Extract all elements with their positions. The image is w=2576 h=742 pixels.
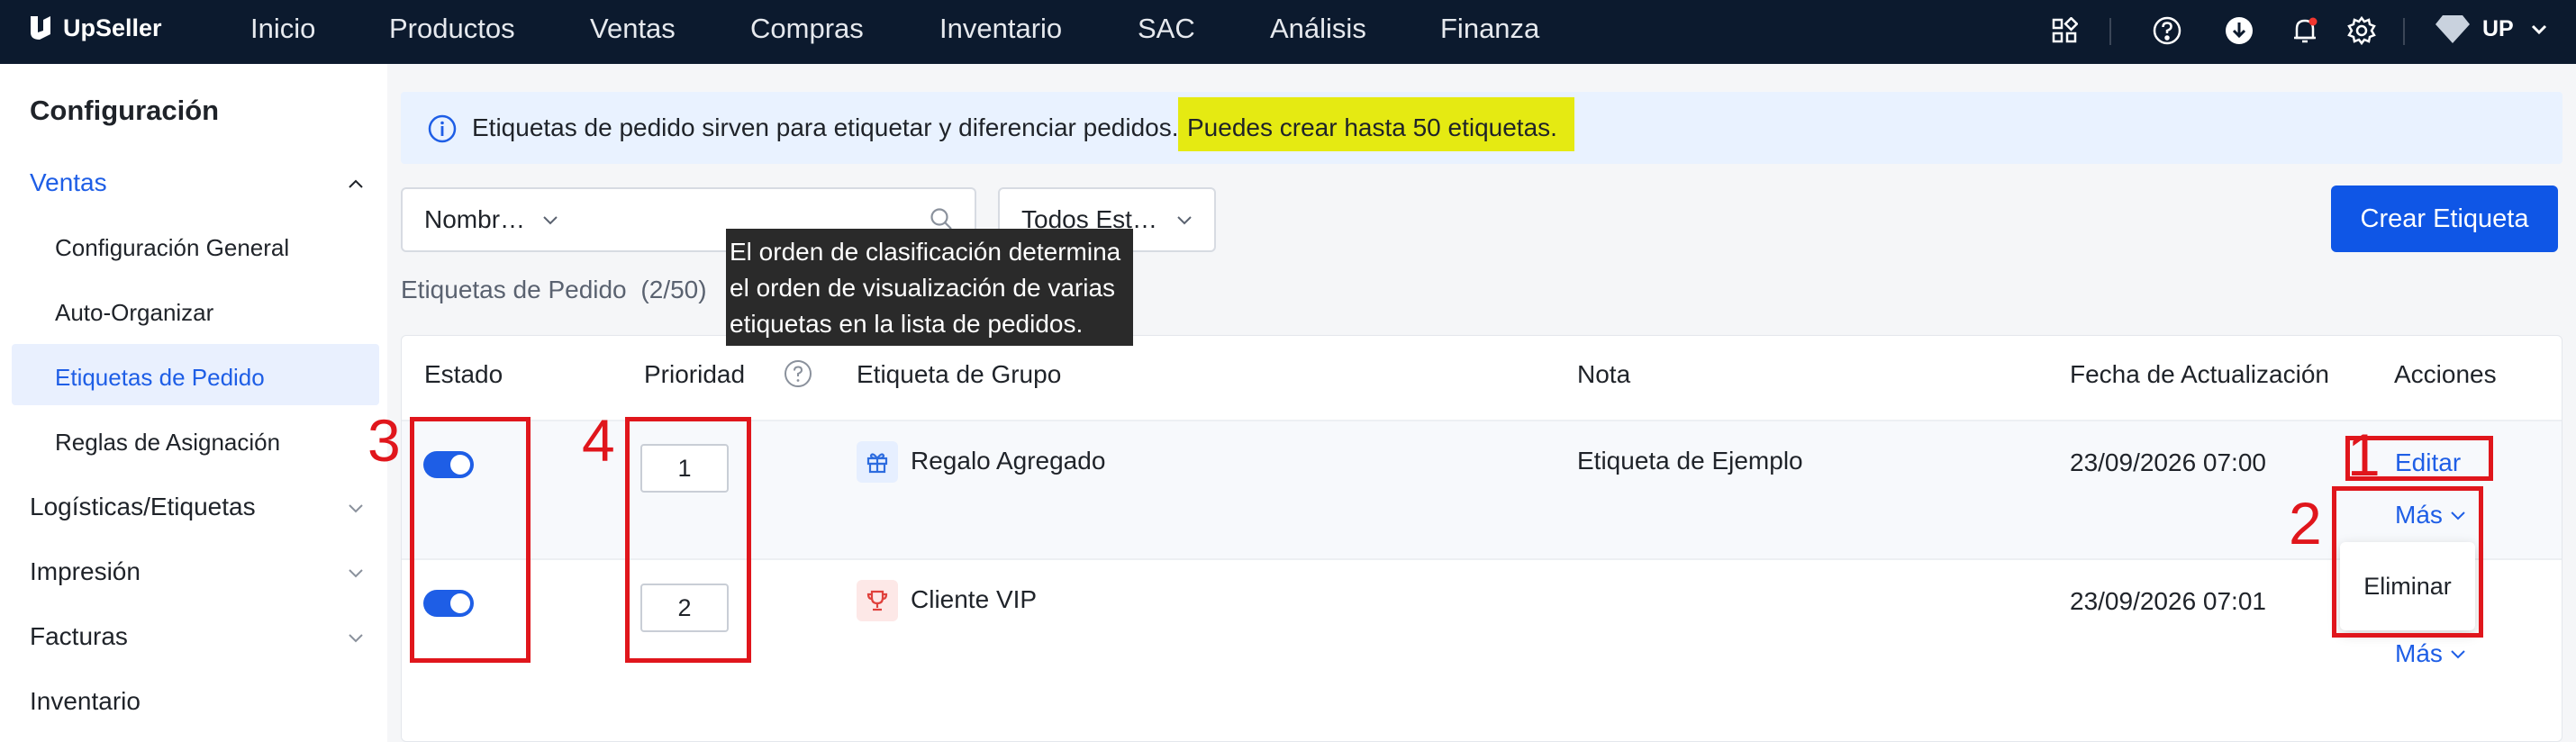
chevron-down-icon (2531, 24, 2546, 35)
priority-tooltip: El orden de clasificación determina el o… (726, 229, 1133, 346)
upseller-logo-icon (31, 16, 50, 40)
chevron-down-icon (543, 216, 558, 225)
header-nota: Nota (1577, 360, 1631, 388)
sidebar-group-inventario[interactable]: Inventario (30, 687, 141, 716)
header-fecha: Fecha de Actualización (2070, 360, 2329, 388)
annotation-number-3: 3 (367, 407, 401, 474)
trophy-icon (857, 580, 898, 621)
chevron-down-icon[interactable] (344, 626, 367, 649)
header-prioridad: Prioridad (644, 360, 746, 388)
nav-sac[interactable]: SAC (1138, 13, 1195, 45)
nav-ventas[interactable]: Ventas (590, 13, 676, 45)
banner-text: Etiquetas de pedido sirven para etiqueta… (472, 113, 1179, 141)
chevron-up-icon[interactable] (344, 172, 367, 195)
chevron-down-icon[interactable] (344, 496, 367, 520)
user-menu[interactable]: UP (2434, 13, 2550, 45)
banner-highlight-text: Puedes crear hasta 50 etiquetas. (1187, 113, 1557, 141)
more-dropdown-row-2[interactable]: Más (2395, 639, 2468, 668)
tooltip-line: etiquetas en la lista de pedidos. (730, 310, 1084, 338)
nav-finanza[interactable]: Finanza (1440, 13, 1539, 45)
apps-grid-icon[interactable] (2048, 13, 2081, 49)
info-icon (428, 114, 457, 143)
nav-inventario[interactable]: Inventario (939, 13, 1062, 45)
user-label: UP (2482, 15, 2514, 41)
brand-name: UpSeller (63, 14, 162, 41)
chevron-down-icon (1177, 216, 1192, 225)
topbar-divider (2403, 18, 2405, 45)
help-icon[interactable] (2151, 13, 2183, 49)
sidebar-item-auto-organizar[interactable]: Auto-Organizar (55, 299, 213, 327)
annotation-box-prioridad (625, 417, 751, 663)
annotation-box-mas (2332, 486, 2483, 638)
settings-gear-icon[interactable] (2345, 13, 2378, 49)
sidebar-group-logisticas[interactable]: Logísticas/Etiquetas (30, 493, 256, 521)
sidebar-group-facturas[interactable]: Facturas (30, 622, 128, 651)
sidebar-item-configuracion-general[interactable]: Configuración General (55, 234, 289, 262)
sidebar-group-impresion[interactable]: Impresión (30, 557, 141, 586)
topbar-divider (2109, 18, 2111, 45)
sidebar-title: Configuración (30, 95, 220, 126)
tag-note-row-1: Etiqueta de Ejemplo (1577, 447, 1803, 475)
chevron-down-icon (2451, 650, 2465, 659)
top-navigation-bar: UpSeller Inicio Productos Ventas Compras… (0, 0, 2576, 64)
settings-sidebar: Configuración Ventas Configuración Gener… (0, 64, 387, 742)
tag-count: (2/50) (640, 276, 707, 303)
header-acciones: Acciones (2394, 360, 2497, 388)
field-select[interactable]: Nombr… (401, 187, 582, 252)
updated-date-row-2: 23/09/2026 07:01 (2070, 587, 2266, 615)
tag-name-row-2: Cliente VIP (911, 585, 1038, 613)
notification-bell-icon[interactable] (2289, 13, 2321, 49)
more-label: Más (2395, 639, 2443, 667)
field-select-value: Nombr… (424, 205, 526, 233)
user-avatar-diamond-icon (2435, 15, 2470, 43)
gift-icon (857, 441, 898, 483)
annotation-number-4: 4 (582, 407, 615, 474)
updated-date-row-1: 23/09/2026 07:00 (2070, 448, 2266, 476)
tag-name-row-1: Regalo Agregado (911, 447, 1106, 475)
nav-analisis[interactable]: Análisis (1270, 13, 1366, 45)
section-label: Etiquetas de Pedido (2/50) (401, 276, 707, 304)
header-etiqueta-de-grupo: Etiqueta de Grupo (857, 360, 1062, 388)
annotation-box-estado (410, 417, 531, 663)
download-icon[interactable] (2223, 13, 2255, 49)
tooltip-line: el orden de visualización de varias (730, 274, 1116, 302)
header-estado: Estado (424, 360, 503, 388)
nav-inicio[interactable]: Inicio (250, 13, 315, 45)
sidebar-group-ventas[interactable]: Ventas (30, 168, 107, 197)
nav-productos[interactable]: Productos (389, 13, 515, 45)
create-tag-button[interactable]: Crear Etiqueta (2331, 186, 2558, 252)
sidebar-item-reglas-de-asignacion[interactable]: Reglas de Asignación (55, 429, 280, 457)
nav-compras[interactable]: Compras (750, 13, 864, 45)
annotation-number-1: 1 (2347, 421, 2381, 488)
brand-logo[interactable]: UpSeller (25, 13, 162, 43)
annotation-number-2: 2 (2289, 490, 2322, 556)
sidebar-item-etiquetas-de-pedido[interactable]: Etiquetas de Pedido (55, 364, 265, 392)
section-title: Etiquetas de Pedido (401, 276, 627, 303)
chevron-down-icon[interactable] (344, 561, 367, 584)
tooltip-line: El orden de clasificación determina (730, 238, 1121, 266)
priority-help-icon[interactable] (783, 358, 813, 389)
